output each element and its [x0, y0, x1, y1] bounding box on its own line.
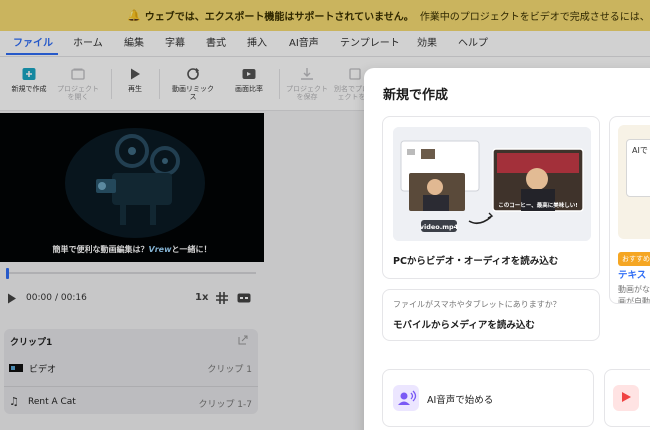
- text-to-video-card[interactable]: AIで おすすめ テキス 動画がな 画が自動: [609, 116, 650, 304]
- text-card-illustration: AIで: [618, 125, 650, 239]
- start-with-ai-voice-card[interactable]: AI音声で始める: [382, 369, 594, 427]
- illustration-file-name: video.mp4: [420, 223, 459, 231]
- new-project-modal: 新規で作成 video.mp4 このコーヒー、最高に美味しい! PCからビデオ・…: [364, 68, 650, 430]
- mobile-hint: ファイルがスマホやタブレットにありますか？: [393, 300, 561, 309]
- ai-voice-icon: [393, 385, 419, 411]
- text-card-ai-text: AIで: [632, 146, 648, 155]
- recommended-badge: おすすめ: [618, 252, 650, 266]
- pc-import-label: PCからビデオ・オーディオを読み込む: [393, 256, 559, 267]
- text-card-title: テキス: [618, 270, 647, 281]
- illustration-subtitle: このコーヒー、最高に美味しい!: [498, 201, 577, 209]
- text-card-desc: 動画がな: [618, 285, 650, 294]
- modal-title: 新規で作成: [383, 88, 449, 103]
- import-illustration-image: video.mp4 このコーヒー、最高に美味しい!: [393, 127, 591, 241]
- shorts-icon: [613, 385, 639, 411]
- next-option-card[interactable]: [604, 369, 650, 427]
- text-card-desc-2: 画が自動: [618, 297, 650, 304]
- import-from-pc-card[interactable]: video.mp4 このコーヒー、最高に美味しい! PCからビデオ・オーディオを…: [382, 116, 600, 279]
- ai-voice-label: AI音声で始める: [427, 395, 494, 406]
- import-illustration: video.mp4 このコーヒー、最高に美味しい!: [393, 127, 591, 241]
- import-from-mobile-card[interactable]: ファイルがスマホやタブレットにありますか？ モバイルからメディアを読み込む: [382, 289, 600, 341]
- mobile-import-label: モバイルからメディアを読み込む: [393, 320, 535, 331]
